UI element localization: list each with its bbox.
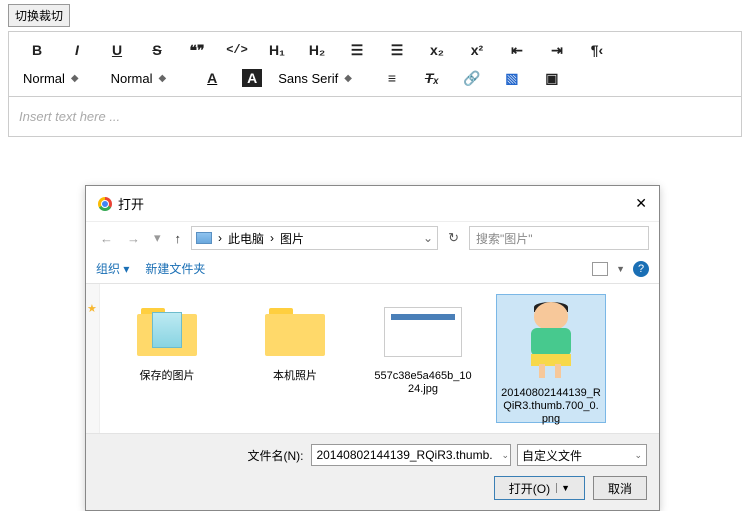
open-dropdown[interactable]: ▼	[556, 483, 570, 493]
image-button[interactable]: ▧	[492, 66, 532, 90]
editor-content-area[interactable]: Insert text here ...	[9, 97, 741, 136]
organize-menu[interactable]: 组织 ▾	[96, 260, 129, 277]
toggle-crop-button[interactable]: 切换裁切	[8, 4, 70, 27]
bg-color-button[interactable]: A	[242, 69, 262, 87]
h1-button[interactable]: H₁	[257, 38, 297, 62]
rtl-button[interactable]: ¶‹	[577, 38, 617, 62]
dialog-footer: 文件名(N): ⌄ 自定义文件⌄ 打开(O)▼ 取消	[86, 434, 659, 510]
rich-text-editor: B I U S ❝❞ </> H₁ H₂ ☰ ☰ x₂ x² ⇤ ⇥ ¶‹ No…	[8, 31, 742, 137]
file-name: 20140802144139_RQiR3.thumb.700_0.png	[497, 385, 605, 429]
font-select[interactable]: Sans Serif◆	[272, 66, 358, 90]
video-button[interactable]: ▣	[532, 66, 572, 90]
filename-label: 文件名(N):	[247, 447, 303, 464]
help-button[interactable]: ?	[633, 261, 649, 277]
file-list: 保存的图片 本机照片 557c38e5a465b_1024.jpg 201408…	[100, 284, 659, 433]
font-color-button[interactable]: A	[192, 66, 232, 90]
file-name: 保存的图片	[112, 368, 222, 385]
code-button[interactable]: </>	[217, 38, 257, 62]
chrome-icon	[98, 197, 112, 211]
nav-forward-button[interactable]: →	[123, 229, 144, 248]
size-select[interactable]: Normal◆	[105, 66, 173, 90]
ordered-list-button[interactable]: ☰	[337, 38, 377, 62]
image-item[interactable]: 557c38e5a465b_1024.jpg	[368, 294, 478, 423]
favorites-icon: ★	[87, 302, 97, 315]
file-name: 557c38e5a465b_1024.jpg	[368, 368, 478, 398]
dialog-sidebar[interactable]: ★	[86, 284, 100, 433]
path-sep: ›	[270, 231, 274, 245]
file-name: 本机照片	[240, 368, 350, 385]
refresh-button[interactable]: ↻	[444, 230, 463, 246]
path-folder[interactable]: 图片	[280, 230, 304, 247]
image-item-selected[interactable]: 20140802144139_RQiR3.thumb.700_0.png	[496, 294, 606, 423]
quote-button[interactable]: ❝❞	[177, 38, 217, 62]
superscript-button[interactable]: x²	[457, 38, 497, 62]
dialog-nav-bar: ← → ▾ ↑ › 此电脑 › 图片 ⌄ ↻ 搜索"图片"	[86, 221, 659, 254]
italic-button[interactable]: I	[57, 38, 97, 62]
search-input[interactable]: 搜索"图片"	[469, 226, 649, 250]
dialog-title: 打开	[118, 194, 144, 213]
align-button[interactable]: ≡	[372, 66, 412, 90]
clear-format-button[interactable]: Tₓ	[412, 66, 452, 90]
folder-item[interactable]: 本机照片	[240, 294, 350, 423]
strike-button[interactable]: S	[137, 38, 177, 62]
heading-select[interactable]: Normal◆	[17, 66, 85, 90]
cancel-button[interactable]: 取消	[593, 476, 647, 500]
underline-button[interactable]: U	[97, 38, 137, 62]
editor-toolbar: B I U S ❝❞ </> H₁ H₂ ☰ ☰ x₂ x² ⇤ ⇥ ¶‹ No…	[9, 32, 741, 97]
indent-increase-button[interactable]: ⇥	[537, 38, 577, 62]
dialog-titlebar: 打开 ✕	[86, 186, 659, 221]
path-root[interactable]: 此电脑	[228, 230, 264, 247]
bold-button[interactable]: B	[17, 38, 57, 62]
view-mode-button[interactable]	[592, 262, 608, 276]
file-type-filter[interactable]: 自定义文件⌄	[517, 444, 647, 466]
new-folder-button[interactable]: 新建文件夹	[145, 260, 205, 277]
path-dropdown[interactable]: ⌄	[423, 231, 433, 245]
dialog-toolbar: 组织 ▾ 新建文件夹 ▼ ?	[86, 254, 659, 284]
close-button[interactable]: ✕	[635, 195, 647, 212]
indent-decrease-button[interactable]: ⇤	[497, 38, 537, 62]
nav-up-button[interactable]: ↑	[171, 229, 186, 248]
file-open-dialog: 打开 ✕ ← → ▾ ↑ › 此电脑 › 图片 ⌄ ↻ 搜索"图片" 组织 ▾ …	[85, 185, 660, 511]
path-sep: ›	[218, 231, 222, 245]
open-button[interactable]: 打开(O)▼	[494, 476, 585, 500]
subscript-button[interactable]: x₂	[417, 38, 457, 62]
link-button[interactable]: 🔗	[452, 66, 492, 90]
computer-icon	[196, 232, 212, 244]
view-dropdown[interactable]: ▼	[616, 264, 625, 274]
nav-back-button[interactable]: ←	[96, 229, 117, 248]
unordered-list-button[interactable]: ☰	[377, 38, 417, 62]
folder-item[interactable]: 保存的图片	[112, 294, 222, 423]
dialog-body: ★ 保存的图片 本机照片 557c38e5a465b_1024.jpg 2014…	[86, 284, 659, 434]
h2-button[interactable]: H₂	[297, 38, 337, 62]
path-breadcrumb[interactable]: › 此电脑 › 图片 ⌄	[191, 226, 438, 250]
nav-recent-button[interactable]: ▾	[150, 228, 165, 248]
filename-input[interactable]	[311, 444, 511, 466]
